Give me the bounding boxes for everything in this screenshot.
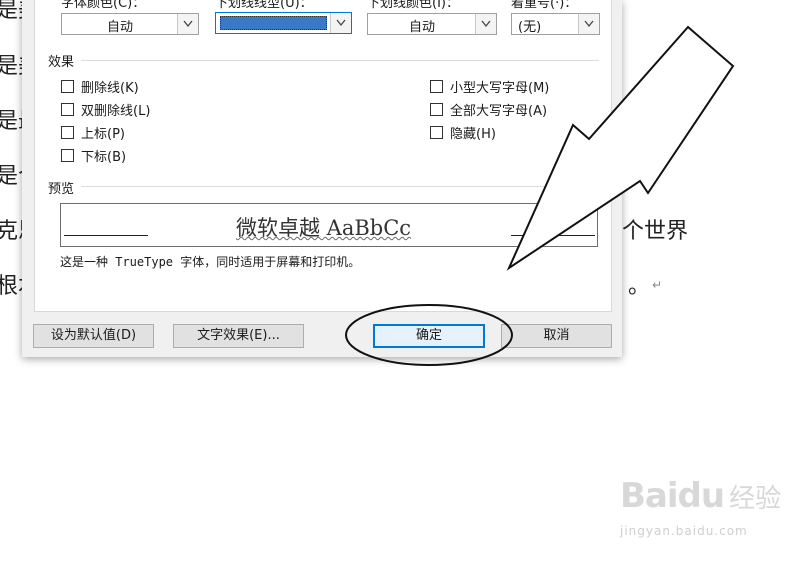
baidu-paw-icon: du	[677, 476, 726, 516]
watermark-url: jingyan.baidu.com	[620, 524, 748, 538]
annotation-arrow-icon	[506, 25, 735, 271]
baidu-logo: Bai	[620, 476, 679, 516]
jingyan-brand: 经验	[729, 484, 782, 514]
baidu-jingyan-watermark: Baidu 经验 jingyan.baidu.com	[620, 476, 782, 538]
annotation-circle-icon	[345, 304, 513, 366]
